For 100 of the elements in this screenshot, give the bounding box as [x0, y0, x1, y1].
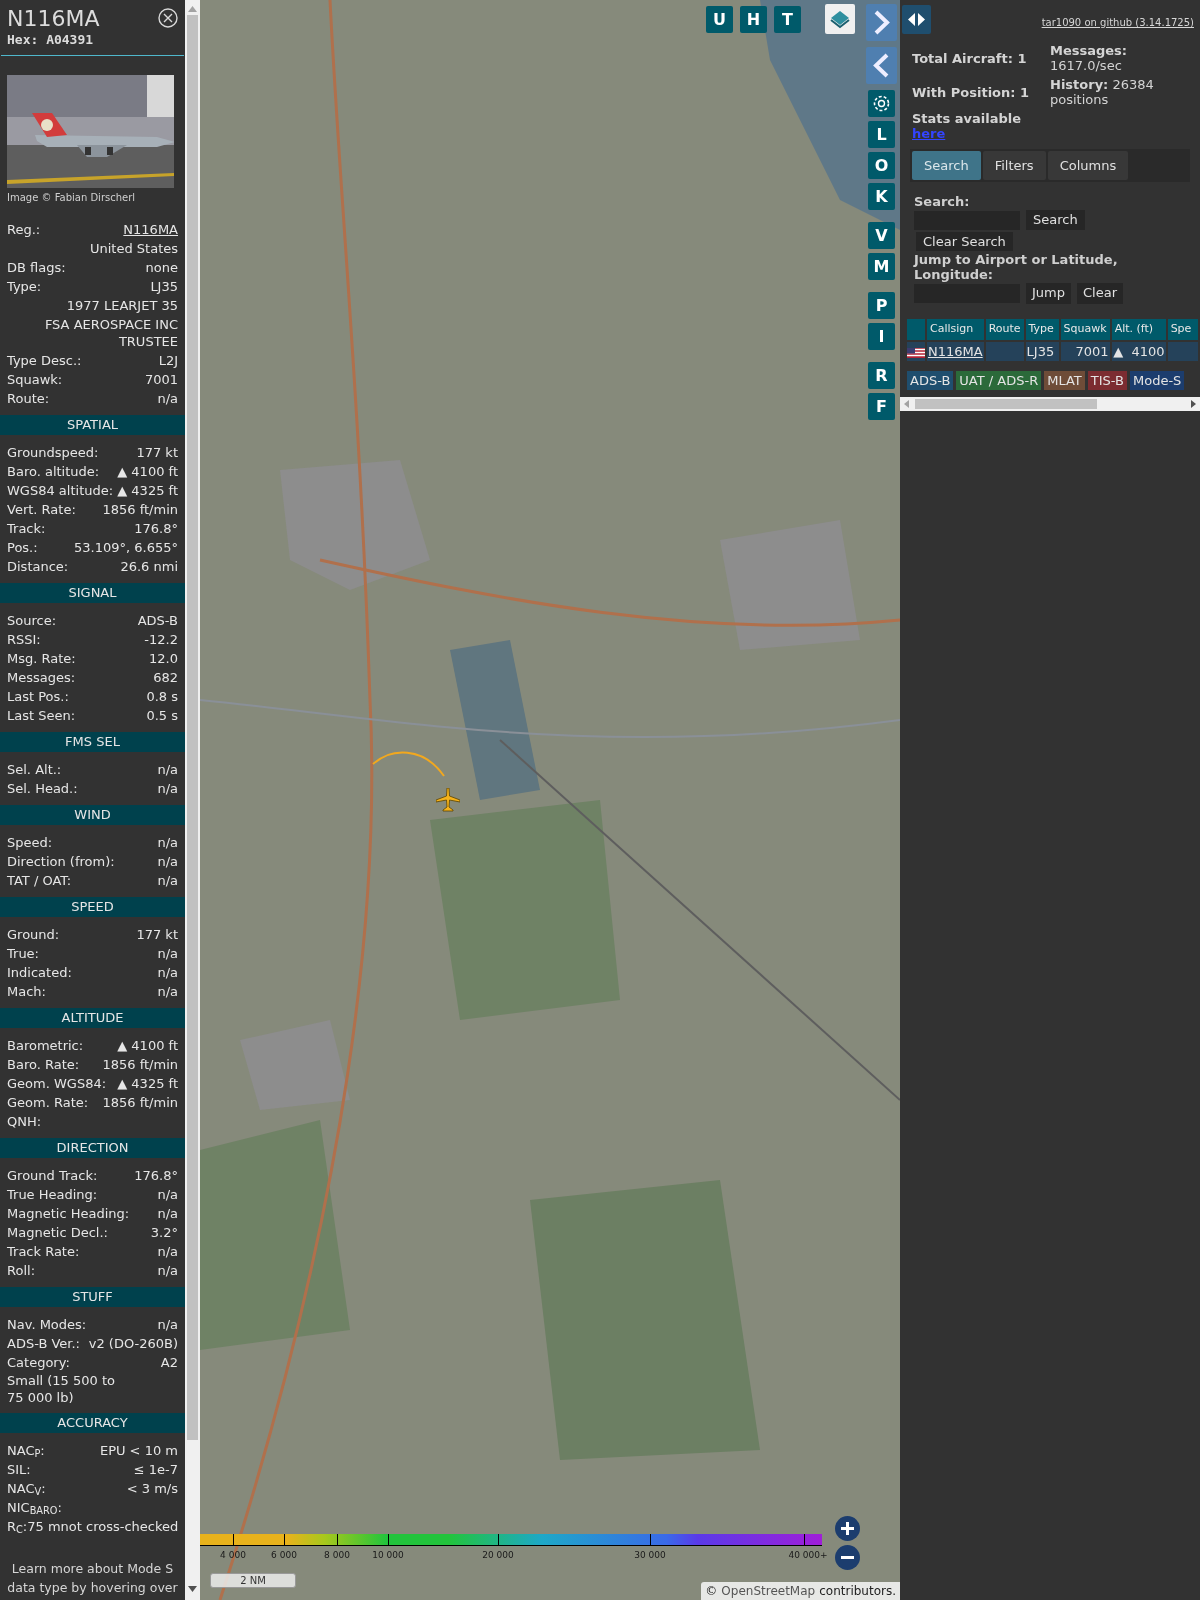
section-header: STUFF [0, 1287, 185, 1307]
altitude-label: 30 000 [634, 1550, 666, 1561]
field-label: Nav. Modes: [7, 1316, 87, 1334]
source-badge: TIS-B [1087, 371, 1127, 390]
field-label: NAC$_{P}$: [7, 1442, 45, 1460]
field-value: n/a [157, 945, 178, 963]
map-button[interactable]: M [868, 253, 895, 280]
field-value: Small (15 500 to 75 000 lb) [7, 1372, 116, 1406]
map-button[interactable]: I [868, 323, 895, 350]
clear-search-button[interactable]: Clear Search [916, 232, 1013, 251]
field-value: 26.6 nmi [120, 558, 178, 576]
clear-button[interactable]: Clear [1077, 282, 1123, 304]
field-value: 1856 ft/min [102, 1094, 178, 1112]
jump-label: Jump to Airport or Latitude, Longitude: [914, 251, 1119, 282]
field-label: NIC$_{BARO}$: [7, 1499, 62, 1517]
field-label: Direction (from): [7, 853, 115, 871]
search-button[interactable]: Search [1026, 210, 1085, 230]
github-link[interactable]: tar1090 on github (3.14.1725) [1041, 15, 1194, 30]
attribution-link[interactable]: OpenStreetMap [721, 1582, 816, 1600]
aircraft-callsign: N116MA [7, 6, 100, 32]
altitude-label: 4 000 [220, 1550, 246, 1561]
stat-label: Messages: [1050, 43, 1129, 58]
field-label: True Heading: [7, 1186, 98, 1204]
field-value: 0.5 s [146, 707, 178, 725]
tab[interactable]: Filters [982, 151, 1046, 180]
map-button[interactable]: P [868, 292, 895, 319]
field-value: n/a [157, 761, 178, 779]
settings-icon[interactable] [868, 90, 895, 117]
jump-button[interactable]: Jump [1026, 282, 1071, 304]
layers-icon[interactable] [825, 4, 855, 34]
field-value: n/a [157, 1186, 178, 1204]
map-button[interactable]: H [740, 6, 767, 33]
scroll-right-icon[interactable] [1191, 400, 1196, 408]
field-label: RSSI: [7, 631, 41, 649]
field-label: Track: [7, 520, 46, 538]
table-cell: LJ35 [1025, 341, 1059, 361]
column-header[interactable]: Squawk [1060, 318, 1110, 340]
map-button[interactable]: L [868, 121, 895, 148]
stat-text: Total Aircraft: 1 [912, 51, 1028, 66]
field-value: LJ35 [150, 278, 178, 296]
zoom-in-icon[interactable] [835, 1516, 860, 1541]
field-value: n/a [157, 872, 178, 890]
callsign-link[interactable]: N116MA [928, 343, 983, 359]
map-button[interactable]: T [774, 6, 801, 33]
collapse-toggle-icon[interactable] [902, 5, 931, 34]
field-value: ≤ 1e-7 [133, 1461, 178, 1479]
flag-icon [907, 347, 925, 358]
tab[interactable]: Columns [1047, 151, 1129, 180]
field-value: -12.2 [144, 631, 178, 649]
zoom-out-icon[interactable] [835, 1545, 860, 1570]
chevron-right-icon[interactable] [866, 4, 897, 41]
scrollbar[interactable] [185, 0, 200, 1600]
field-label: Messages: [7, 669, 76, 687]
map-button[interactable]: R [868, 362, 895, 389]
scroll-left-icon[interactable] [904, 400, 909, 408]
altitude-label: 8 000 [324, 1550, 350, 1561]
section-header: SPEED [0, 897, 185, 917]
table-cell: ▲ 4100 [1111, 341, 1166, 361]
column-header[interactable]: Callsign [927, 318, 984, 340]
registration-link[interactable]: N116MA [123, 220, 178, 239]
map-button[interactable]: O [868, 152, 895, 179]
field-label: Indicated: [7, 964, 72, 982]
field-label: Magnetic Heading: [7, 1205, 130, 1223]
copyright-text: © [705, 1583, 718, 1600]
scrollbar-thumb[interactable] [915, 399, 1097, 409]
scroll-up-icon[interactable] [188, 6, 197, 12]
horizontal-scrollbar[interactable] [900, 397, 1200, 411]
close-icon[interactable] [158, 8, 178, 28]
field-label: Baro. altitude: [7, 463, 100, 481]
scrollbar-thumb[interactable] [187, 15, 198, 1440]
table-header [907, 318, 925, 340]
tab[interactable]: Search [912, 151, 981, 180]
column-header[interactable]: Type [1025, 318, 1059, 340]
map-button[interactable]: F [868, 393, 895, 420]
field-label: Roll: [7, 1262, 35, 1280]
map-button[interactable]: K [868, 183, 895, 210]
help-text: Learn more about Mode S data type by hovering over [6, 1560, 179, 1597]
source-badge: Mode-S [1129, 371, 1185, 390]
chevron-left-icon[interactable] [866, 47, 897, 84]
stat-text: History: 26384 positions [1050, 77, 1155, 107]
field-value: L2J [158, 352, 178, 370]
section-header: SPATIAL [0, 415, 185, 435]
field-value: United States [89, 240, 178, 258]
column-header[interactable]: Spe [1167, 318, 1198, 340]
column-header[interactable]: Route [985, 318, 1024, 340]
field-label: Magnetic Decl.: [7, 1224, 108, 1242]
map-button[interactable]: U [706, 6, 733, 33]
field-value: FSA AEROSPACE INC TRUSTEE [43, 316, 178, 351]
field-value: 177 kt [136, 444, 178, 462]
column-header[interactable]: Alt. (ft) [1111, 318, 1166, 340]
field-value: 1856 ft/min [102, 1056, 178, 1074]
field-value: ▲ 4325 ft [117, 482, 178, 500]
hex-code: Hex: A04391 [7, 32, 95, 48]
field-value: n/a [157, 1316, 178, 1334]
field-value: 176.8° [134, 1167, 178, 1185]
stat-value: 1617.0/sec [1050, 58, 1123, 73]
scroll-down-icon[interactable] [188, 1586, 197, 1592]
map-button[interactable]: V [868, 222, 895, 249]
aircraft-icon[interactable] [436, 788, 460, 812]
field-value: ADS-B [137, 612, 178, 630]
